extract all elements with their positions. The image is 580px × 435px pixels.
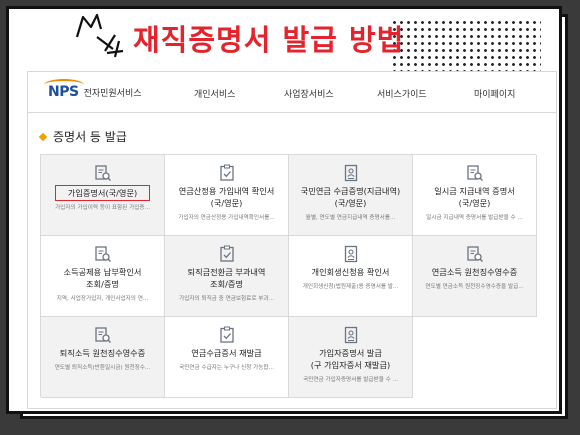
logo-mark: NPS [44, 79, 84, 100]
person-doc-icon [342, 164, 360, 182]
logo-text: 전자민원서비스 [83, 88, 142, 99]
card-title[interactable]: 퇴직소득 원천징수영수증 [43, 347, 162, 359]
certificate-card[interactable]: 일시금 지급내역 증명서 (국/영문) 일시금 지급내역 증명서를 발급받을 수 … [413, 155, 537, 236]
certificate-card[interactable]: 연금수급증서 재발급국민연금 수급자는 누구나 신청 가능합... [165, 317, 289, 398]
paper-frame: 재직증명서 발급 방법 NPS 전자민원서비스 개인서비스 사업장서비스 서비스… [6, 6, 562, 414]
card-title[interactable]: 연금산정용 가입내역 확인서 (국/영문) [167, 185, 286, 209]
card-description: 가입자의 가입이력 등이 표함된 가입증... [55, 205, 150, 211]
nav-business-service[interactable]: 사업장서비스 [284, 87, 334, 100]
doc-search-icon [466, 164, 484, 182]
card-title[interactable]: 연금소득 원천징수영수증 [415, 266, 534, 278]
person-doc-icon [342, 245, 360, 263]
card-description: 지역, 사업장가입자, 개인사업자의 연... [56, 296, 149, 302]
certificate-card[interactable]: 연금소득 원천징수영수증연도별 연금소득 원천징수영수증을 발급... [413, 236, 537, 317]
nav-my-page[interactable]: 마이페이지 [474, 87, 515, 100]
nps-logo[interactable]: NPS 전자민원서비스 [44, 79, 142, 100]
dot-pattern [391, 19, 541, 71]
certificate-card[interactable]: 퇴직소득 원천징수영수증연도별 퇴직소득(반환일시금) 원천징수... [41, 317, 165, 398]
section-heading: 증명서 등 발급 [38, 128, 127, 145]
card-description: 국민연금 수급자는 누구나 신청 가능합... [179, 365, 274, 371]
card-title[interactable]: 일시금 지급내역 증명서 (국/영문) [415, 185, 534, 209]
doc-search-icon [94, 245, 112, 263]
doc-search-icon [94, 164, 112, 182]
highlighted-card-title[interactable]: 가입증명서(국/영문) [55, 185, 150, 201]
checklist-icon [218, 245, 236, 263]
page-headline: 재직증명서 발급 방법 [133, 23, 405, 57]
certificate-card[interactable]: 개인회생신청용 확인서개인회생신청(법원제출)용 증명서를 발... [289, 236, 413, 317]
certificate-card[interactable]: 연금산정용 가입내역 확인서 (국/영문) 가입자의 연금산정용 가입내역확인서를… [165, 155, 289, 236]
doc-search-icon [94, 326, 112, 344]
diamond-bullet-icon [38, 132, 48, 141]
certificate-card[interactable]: 국민연금 수급증명(지급내역) (국/영문) 월별, 연도별 연금지급내역 증명서… [289, 155, 413, 236]
card-description: 가입자의 퇴직금 중 연금보험료로 부과... [179, 296, 274, 302]
card-description: 일시금 지급내역 증명서를 발급받을 수 ... [426, 215, 523, 221]
card-description: 국민연금 가입자증명서를 발급받을 수 ... [303, 377, 398, 383]
certificate-card[interactable]: 퇴직금전환금 부과내역 조회/증명가입자의 퇴직금 중 연금보험료로 부과... [165, 236, 289, 317]
card-description: 개인회생신청(법원제출)용 증명서를 발... [302, 284, 399, 290]
sparkle-icon [75, 13, 124, 58]
nav-personal-service[interactable]: 개인서비스 [194, 87, 235, 100]
checklist-icon [218, 326, 236, 344]
card-title[interactable]: 퇴직금전환금 부과내역 조회/증명 [167, 266, 286, 290]
checklist-icon [218, 164, 236, 182]
card-title[interactable]: 가입자증명서 발급 (구 가입자증서 재발급) [291, 347, 410, 371]
website-screenshot: NPS 전자민원서비스 개인서비스 사업장서비스 서비스가이드 마이페이지 증명… [27, 71, 557, 409]
card-title[interactable]: 국민연금 수급증명(지급내역) (국/영문) [291, 185, 410, 209]
card-description: 연도별 퇴직소득(반환일시금) 원천징수... [54, 365, 151, 371]
certificate-card[interactable]: 가입자증명서 발급 (구 가입자증서 재발급) 국민연금 가입자증명서를 발급받을… [289, 317, 413, 398]
card-description: 월별, 연도별 연금지급내역 증명서를... [305, 215, 396, 221]
doc-search-icon [466, 245, 484, 263]
card-title[interactable]: 연금수급증서 재발급 [167, 347, 286, 359]
card-title[interactable]: 개인회생신청용 확인서 [291, 266, 410, 278]
nav-service-guide[interactable]: 서비스가이드 [377, 87, 427, 100]
person-doc-icon [342, 326, 360, 344]
certificate-card[interactable]: 소득공제용 납부확인서 조회/증명지역, 사업장가입자, 개인사업자의 연... [41, 236, 165, 317]
card-description: 가입자의 연금산정용 가입내역확인서를... [178, 215, 275, 221]
card-title[interactable]: 소득공제용 납부확인서 조회/증명 [43, 266, 162, 290]
top-navbar: NPS 전자민원서비스 개인서비스 사업장서비스 서비스가이드 마이페이지 [28, 72, 556, 113]
certificate-grid: 가입증명서(국/영문) 가입자의 가입이력 등이 표함된 가입증... 연금산정용… [40, 154, 537, 398]
certificate-card[interactable]: 가입증명서(국/영문) 가입자의 가입이력 등이 표함된 가입증... [41, 155, 165, 236]
section-title-text: 증명서 등 발급 [53, 130, 127, 144]
card-description: 연도별 연금소득 원천징수영수증을 발급... [425, 284, 524, 290]
